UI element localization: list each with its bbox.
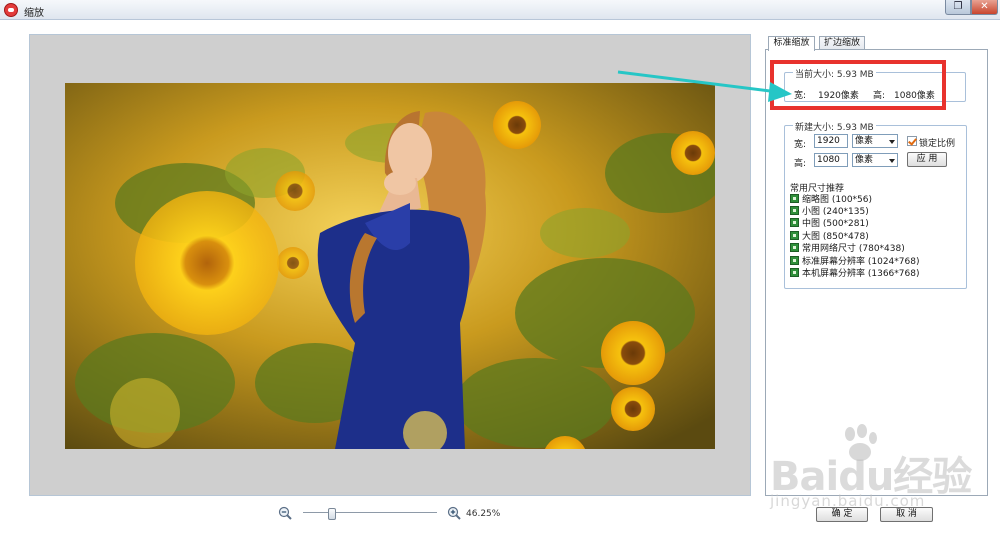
image-icon	[790, 256, 799, 265]
highlight-annotation	[770, 60, 946, 110]
new-size-legend: 新建大小: 5.93 MB	[793, 120, 876, 133]
preset-label: 缩略图 (100*56)	[802, 195, 873, 205]
zoom-out-icon[interactable]	[278, 506, 292, 520]
preset-item[interactable]: 常用网络尺寸 (780*438)	[790, 243, 905, 255]
chevron-down-icon	[889, 159, 895, 163]
image-icon	[790, 243, 799, 252]
preview-image	[65, 83, 715, 449]
ok-button[interactable]: 确 定	[816, 507, 868, 522]
restore-button[interactable]: ❐	[945, 0, 971, 15]
width-input[interactable]: 1920	[814, 134, 848, 148]
new-width-label: 宽:	[794, 140, 807, 150]
cancel-button[interactable]: 取 消	[880, 507, 933, 522]
image-icon	[790, 194, 799, 203]
window-title: 缩放	[24, 8, 44, 19]
preset-item[interactable]: 小图 (240*135)	[790, 206, 869, 218]
preset-label: 大图 (850*478)	[802, 232, 869, 242]
height-unit-value: 像素	[855, 155, 874, 165]
new-height-label: 高:	[794, 159, 807, 169]
chevron-down-icon	[889, 140, 895, 144]
tab-expand-zoom[interactable]: 扩边缩放	[819, 36, 865, 50]
preset-label: 标准屏幕分辨率 (1024*768)	[802, 257, 920, 267]
preset-label: 小图 (240*135)	[802, 207, 869, 217]
image-icon	[790, 268, 799, 277]
preset-label: 本机屏幕分辨率 (1366*768)	[802, 269, 920, 279]
preset-item[interactable]: 中图 (500*281)	[790, 218, 869, 230]
image-icon	[790, 218, 799, 227]
apply-button[interactable]: 应 用	[907, 152, 947, 167]
height-unit-select[interactable]: 像素	[852, 153, 898, 167]
title-bar: 缩放 ❐ ✕	[0, 0, 1000, 20]
zoom-slider-track	[303, 512, 437, 514]
presets-title: 常用尺寸推荐	[790, 184, 845, 194]
image-icon	[790, 231, 799, 240]
preset-item[interactable]: 本机屏幕分辨率 (1366*768)	[790, 268, 919, 280]
width-unit-select[interactable]: 像素	[852, 134, 898, 148]
lock-ratio-label: 锁定比例	[919, 139, 956, 149]
height-input[interactable]: 1080	[814, 153, 848, 167]
app-icon	[4, 3, 18, 17]
width-unit-value: 像素	[855, 136, 874, 146]
preset-item[interactable]: 标准屏幕分辨率 (1024*768)	[790, 256, 919, 268]
image-canvas[interactable]	[29, 34, 751, 496]
zoom-slider-thumb[interactable]	[328, 508, 336, 520]
zoom-level: 46.25%	[466, 509, 501, 519]
preset-item[interactable]: 大图 (850*478)	[790, 231, 869, 243]
tab-standard-zoom[interactable]: 标准缩放	[768, 36, 815, 51]
zoom-slider[interactable]	[303, 508, 437, 520]
zoom-in-icon[interactable]	[447, 506, 461, 520]
preset-item[interactable]: 缩略图 (100*56)	[790, 194, 872, 206]
preset-label: 中图 (500*281)	[802, 219, 869, 229]
preset-label: 常用网络尺寸 (780*438)	[802, 244, 905, 254]
image-icon	[790, 206, 799, 215]
close-button[interactable]: ✕	[971, 0, 998, 15]
lock-ratio-checkbox[interactable]	[907, 136, 917, 146]
watermark: Baidu经验 jingyan.baidu.com	[770, 424, 990, 519]
